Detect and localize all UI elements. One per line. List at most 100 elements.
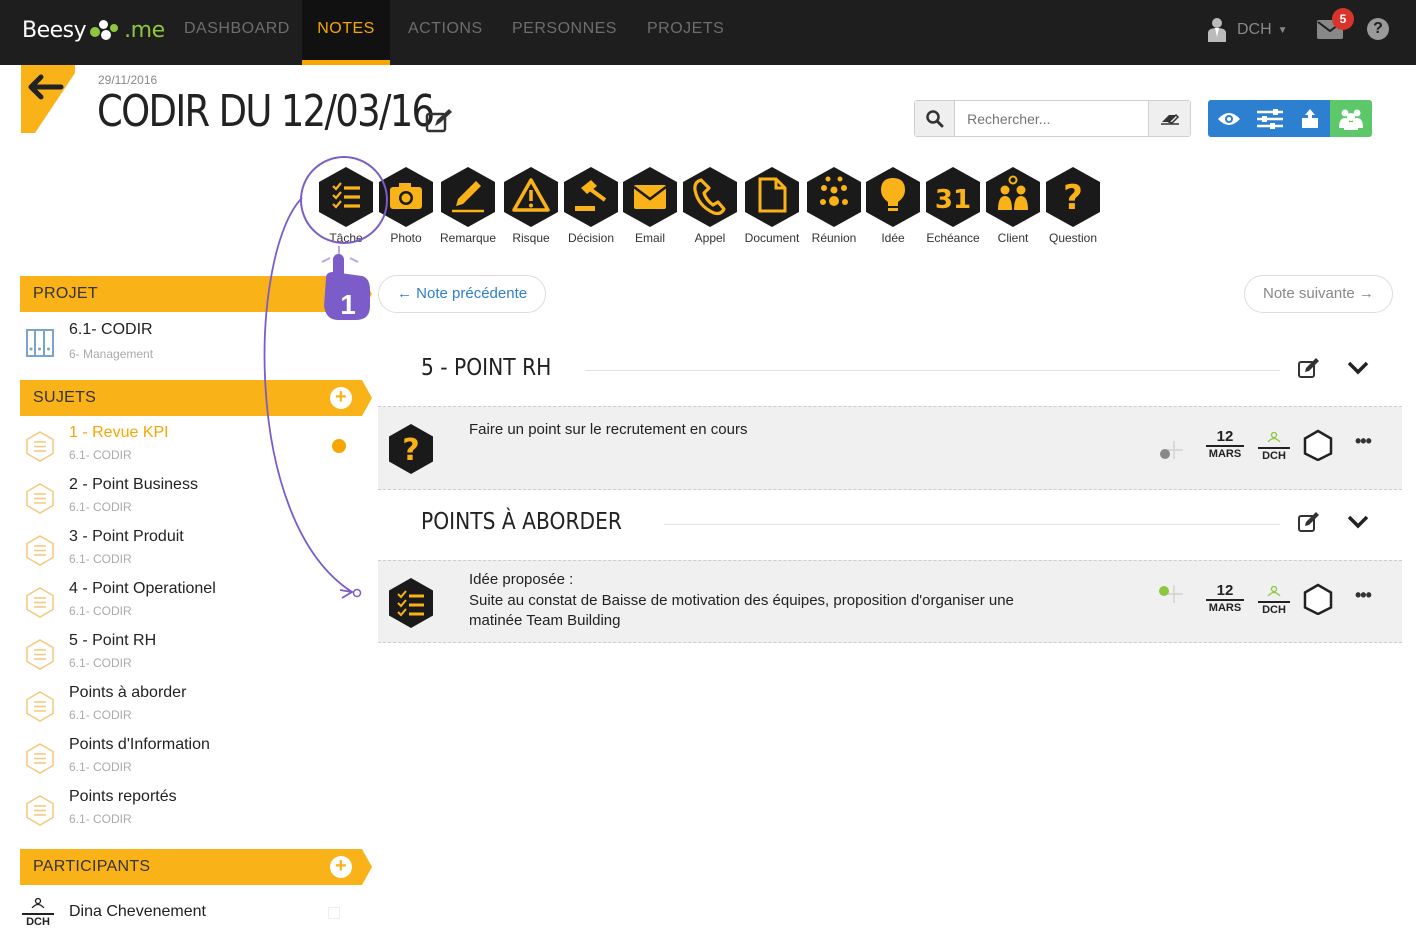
edit-title-icon[interactable] <box>425 108 453 134</box>
eye-icon <box>1218 112 1240 125</box>
note-text: Faire un point sur le recrutement en cou… <box>469 420 747 441</box>
note-type-calendar-31-button[interactable]: 31 Echéance <box>923 166 983 245</box>
note-type-phone-button[interactable]: Appel <box>680 166 740 245</box>
note-type-pen-button[interactable]: Remarque <box>438 166 498 245</box>
note-type-document-button[interactable]: Document <box>742 166 802 245</box>
due-day: 12 <box>1206 583 1244 601</box>
edit-section-icon[interactable] <box>1297 511 1321 533</box>
topic-project: 6.1- CODIR <box>69 500 132 514</box>
note-type-task-list-button[interactable]: Tâche <box>316 166 376 245</box>
chevron-down-icon[interactable] <box>1347 361 1369 375</box>
note-type-warning-button[interactable]: Risque <box>501 166 561 245</box>
topic-name: 4 - Point Operationel <box>69 580 216 597</box>
topic-hexagon-icon <box>26 795 54 826</box>
due-date[interactable]: 12 MARS <box>1206 429 1244 461</box>
svg-text:?: ? <box>1063 178 1083 218</box>
svg-text:?: ? <box>402 433 419 468</box>
topic-name: Points reportés <box>69 788 177 805</box>
note-date: 29/11/2016 <box>98 73 158 87</box>
topic-hexagon-icon <box>26 483 54 514</box>
pen-icon <box>441 167 495 227</box>
note-card[interactable]: ? Faire un point sur le recrutement en c… <box>378 406 1402 490</box>
sidebar-topic-item[interactable]: 2 - Point Business 6.1- CODIR <box>20 476 360 528</box>
sidebar-topic-item[interactable]: 3 - Point Produit 6.1- CODIR <box>20 528 360 580</box>
topic-name: 2 - Point Business <box>69 476 198 493</box>
participants-header-label: PARTICIPANTS <box>33 858 151 875</box>
topic-name: Points à aborder <box>69 684 187 701</box>
note-type-gavel-button[interactable]: Décision <box>561 166 621 245</box>
owner-avatar[interactable]: DCH <box>1258 429 1290 462</box>
add-sujet-button[interactable]: + <box>330 387 352 409</box>
user-menu[interactable]: DCH ▼ <box>1206 16 1288 44</box>
topic-name: 3 - Point Produit <box>69 528 184 545</box>
chevron-down-icon[interactable] <box>1347 515 1369 529</box>
topic-name: Points d'Information <box>69 736 210 753</box>
participant-item[interactable]: DCH Dina Chevenement <box>20 895 360 931</box>
question-icon: ? <box>1046 167 1100 227</box>
search-button[interactable] <box>915 101 956 136</box>
project-item[interactable]: 6.1- CODIR 6- Management <box>20 318 360 370</box>
phone-icon <box>683 167 737 227</box>
filter-settings-button[interactable] <box>1250 100 1290 137</box>
owner-avatar[interactable]: DCH <box>1258 583 1290 616</box>
gavel-icon <box>564 167 618 227</box>
project-binders-icon <box>26 329 54 357</box>
note-type-question-button[interactable]: ? Question <box>1043 166 1103 245</box>
sidebar-topic-item[interactable]: Points à aborder 6.1- CODIR <box>20 684 360 736</box>
previous-note-button[interactable]: ← Note précédente <box>378 275 547 313</box>
participant-checkbox[interactable] <box>328 907 340 919</box>
user-name: DCH <box>1237 21 1272 38</box>
user-icon <box>1267 585 1281 597</box>
clear-search-button[interactable] <box>1148 101 1190 136</box>
participant-name: Dina Chevenement <box>69 903 206 920</box>
topic-project: 6.1- CODIR <box>69 812 132 826</box>
due-date[interactable]: 12 MARS <box>1206 583 1244 615</box>
next-note-button[interactable]: Note suivante → <box>1244 275 1393 313</box>
note-type-envelope-button[interactable]: Email <box>620 166 680 245</box>
topic-name: 5 - Point RH <box>69 632 157 649</box>
nav-tab-dashboard[interactable]: DASHBOARD <box>184 0 289 65</box>
export-button[interactable] <box>1290 100 1330 137</box>
topic-hexagon-icon <box>26 691 54 722</box>
view-toggle-button[interactable] <box>1208 100 1250 137</box>
logo-text: Beesy <box>22 17 87 43</box>
topic-project: 6.1- CODIR <box>69 656 132 670</box>
search-input[interactable] <box>955 101 1149 136</box>
sidebar-topic-item[interactable]: 4 - Point Operationel 6.1- CODIR <box>20 580 360 632</box>
note-line: Suite au constat de Baisse de motivation… <box>469 591 1014 609</box>
client-group-icon <box>986 167 1040 227</box>
participants-button[interactable] <box>1330 100 1372 137</box>
note-type-meeting-button[interactable]: Réunion <box>804 166 864 245</box>
topic-project: 6.1- CODIR <box>69 448 132 462</box>
hexagon-checkbox-icon[interactable] <box>1303 583 1333 615</box>
nav-tab-actions[interactable]: ACTIONS <box>408 0 482 65</box>
hexagon-checkbox-icon[interactable] <box>1303 429 1333 461</box>
warning-icon <box>504 167 558 227</box>
nav-tab-notes[interactable]: NOTES <box>302 0 390 65</box>
add-participant-button[interactable]: + <box>330 856 352 878</box>
nav-tab-personnes[interactable]: PERSONNES <box>512 0 616 65</box>
note-line: matinée Team Building <box>469 612 621 629</box>
sidebar-topic-item[interactable]: 5 - Point RH 6.1- CODIR <box>20 632 360 684</box>
note-type-camera-button[interactable]: Photo <box>376 166 436 245</box>
note-text: Idée proposée : Suite au constat de Bais… <box>469 570 1014 632</box>
sidebar-topic-item[interactable]: Points d'Information 6.1- CODIR <box>20 736 360 788</box>
active-topic-indicator <box>332 439 346 453</box>
more-options-icon[interactable]: ••• <box>1355 585 1372 606</box>
more-options-icon[interactable]: ••• <box>1355 431 1372 452</box>
help-icon[interactable]: ? <box>1367 18 1389 40</box>
envelope-icon <box>623 167 677 227</box>
edit-section-icon[interactable] <box>1297 357 1321 379</box>
sidebar-topic-item[interactable]: 1 - Revue KPI 6.1- CODIR <box>20 424 360 476</box>
status-dot-icon[interactable] <box>1157 583 1183 605</box>
top-navbar: Beesy .me DASHBOARD NOTES ACTIONS PERSON… <box>0 0 1416 65</box>
back-arrow-button[interactable] <box>21 65 75 135</box>
note-type-lightbulb-button[interactable]: Idée <box>863 166 923 245</box>
app-logo[interactable]: Beesy .me <box>22 14 165 46</box>
note-card[interactable]: Idée proposée : Suite au constat de Bais… <box>378 560 1402 643</box>
status-dot-icon[interactable] <box>1157 439 1183 461</box>
nav-tab-projets[interactable]: PROJETS <box>647 0 724 65</box>
sidebar-topic-item[interactable]: Points reportés 6.1- CODIR <box>20 788 360 840</box>
note-type-client-group-button[interactable]: Client <box>983 166 1043 245</box>
search-bar <box>914 100 1191 137</box>
